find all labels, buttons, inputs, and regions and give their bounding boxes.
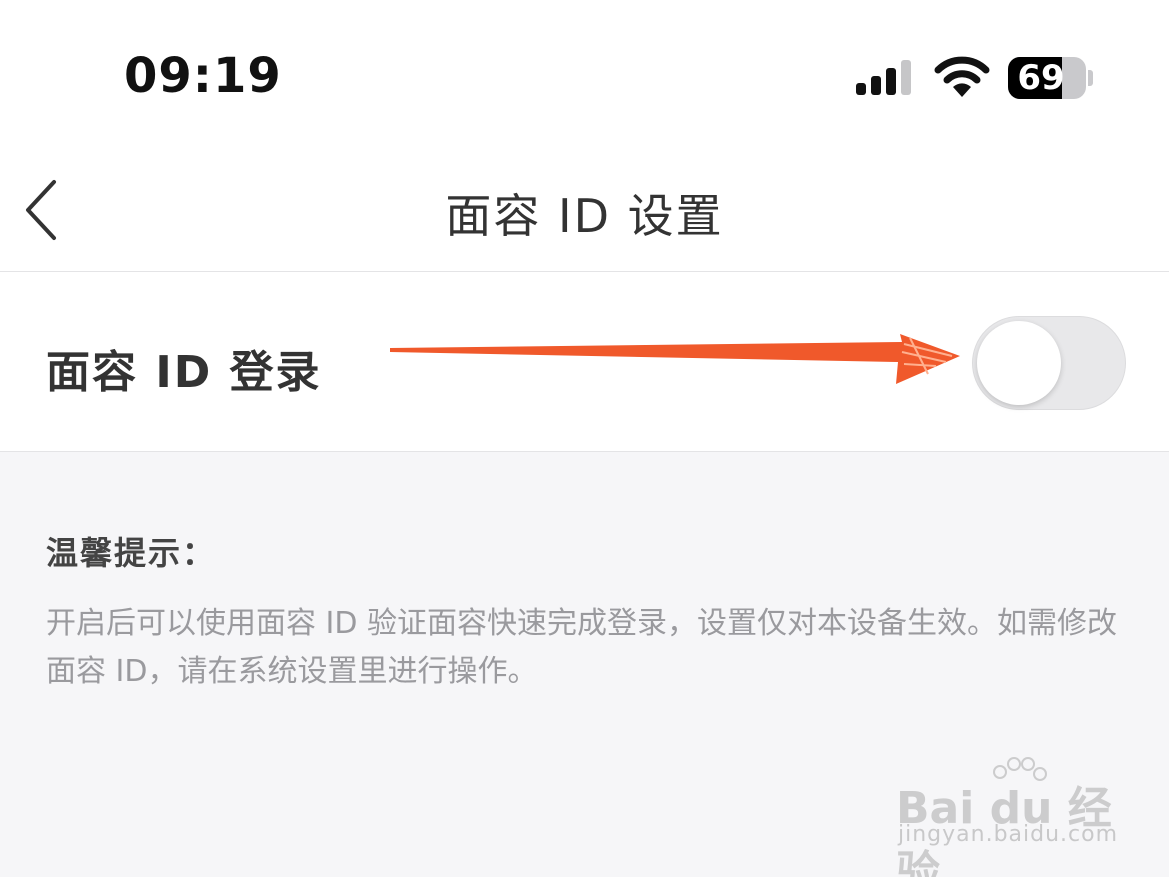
annotation-arrow-icon xyxy=(390,334,960,384)
battery-cap xyxy=(1088,70,1093,86)
watermark-url: jingyan.baidu.com xyxy=(898,822,1119,847)
battery-icon: 69 xyxy=(1008,57,1086,99)
status-time: 09:19 xyxy=(124,48,282,104)
status-bar: 09:19 69 xyxy=(0,0,1169,150)
page-title: 面容 ID 设置 xyxy=(445,189,724,243)
face-id-login-label: 面容 ID 登录 xyxy=(46,347,322,398)
nav-bar: 面容 ID 设置 xyxy=(0,150,1169,272)
cellular-signal-icon xyxy=(856,60,911,95)
wifi-icon xyxy=(934,56,990,97)
tips-section: 温馨提示： 开启后可以使用面容 ID 验证面容快速完成登录，设置仅对本设备生效。… xyxy=(46,528,1136,696)
face-id-login-row: 面容 ID 登录 xyxy=(0,272,1169,452)
tips-body: 开启后可以使用面容 ID 验证面容快速完成登录，设置仅对本设备生效。如需修改面容… xyxy=(46,606,1118,689)
tips-title: 温馨提示： xyxy=(46,534,217,572)
toggle-knob xyxy=(977,321,1061,405)
screen: 09:19 69 面容 ID 设置 面容 ID 登录 温馨提示： 开启后可以使用… xyxy=(0,0,1169,877)
watermark-logo: Bai du 经验 jingyan.baidu.com xyxy=(896,750,1119,877)
battery-level: 69 xyxy=(1017,58,1065,98)
face-id-login-toggle[interactable] xyxy=(972,316,1126,410)
